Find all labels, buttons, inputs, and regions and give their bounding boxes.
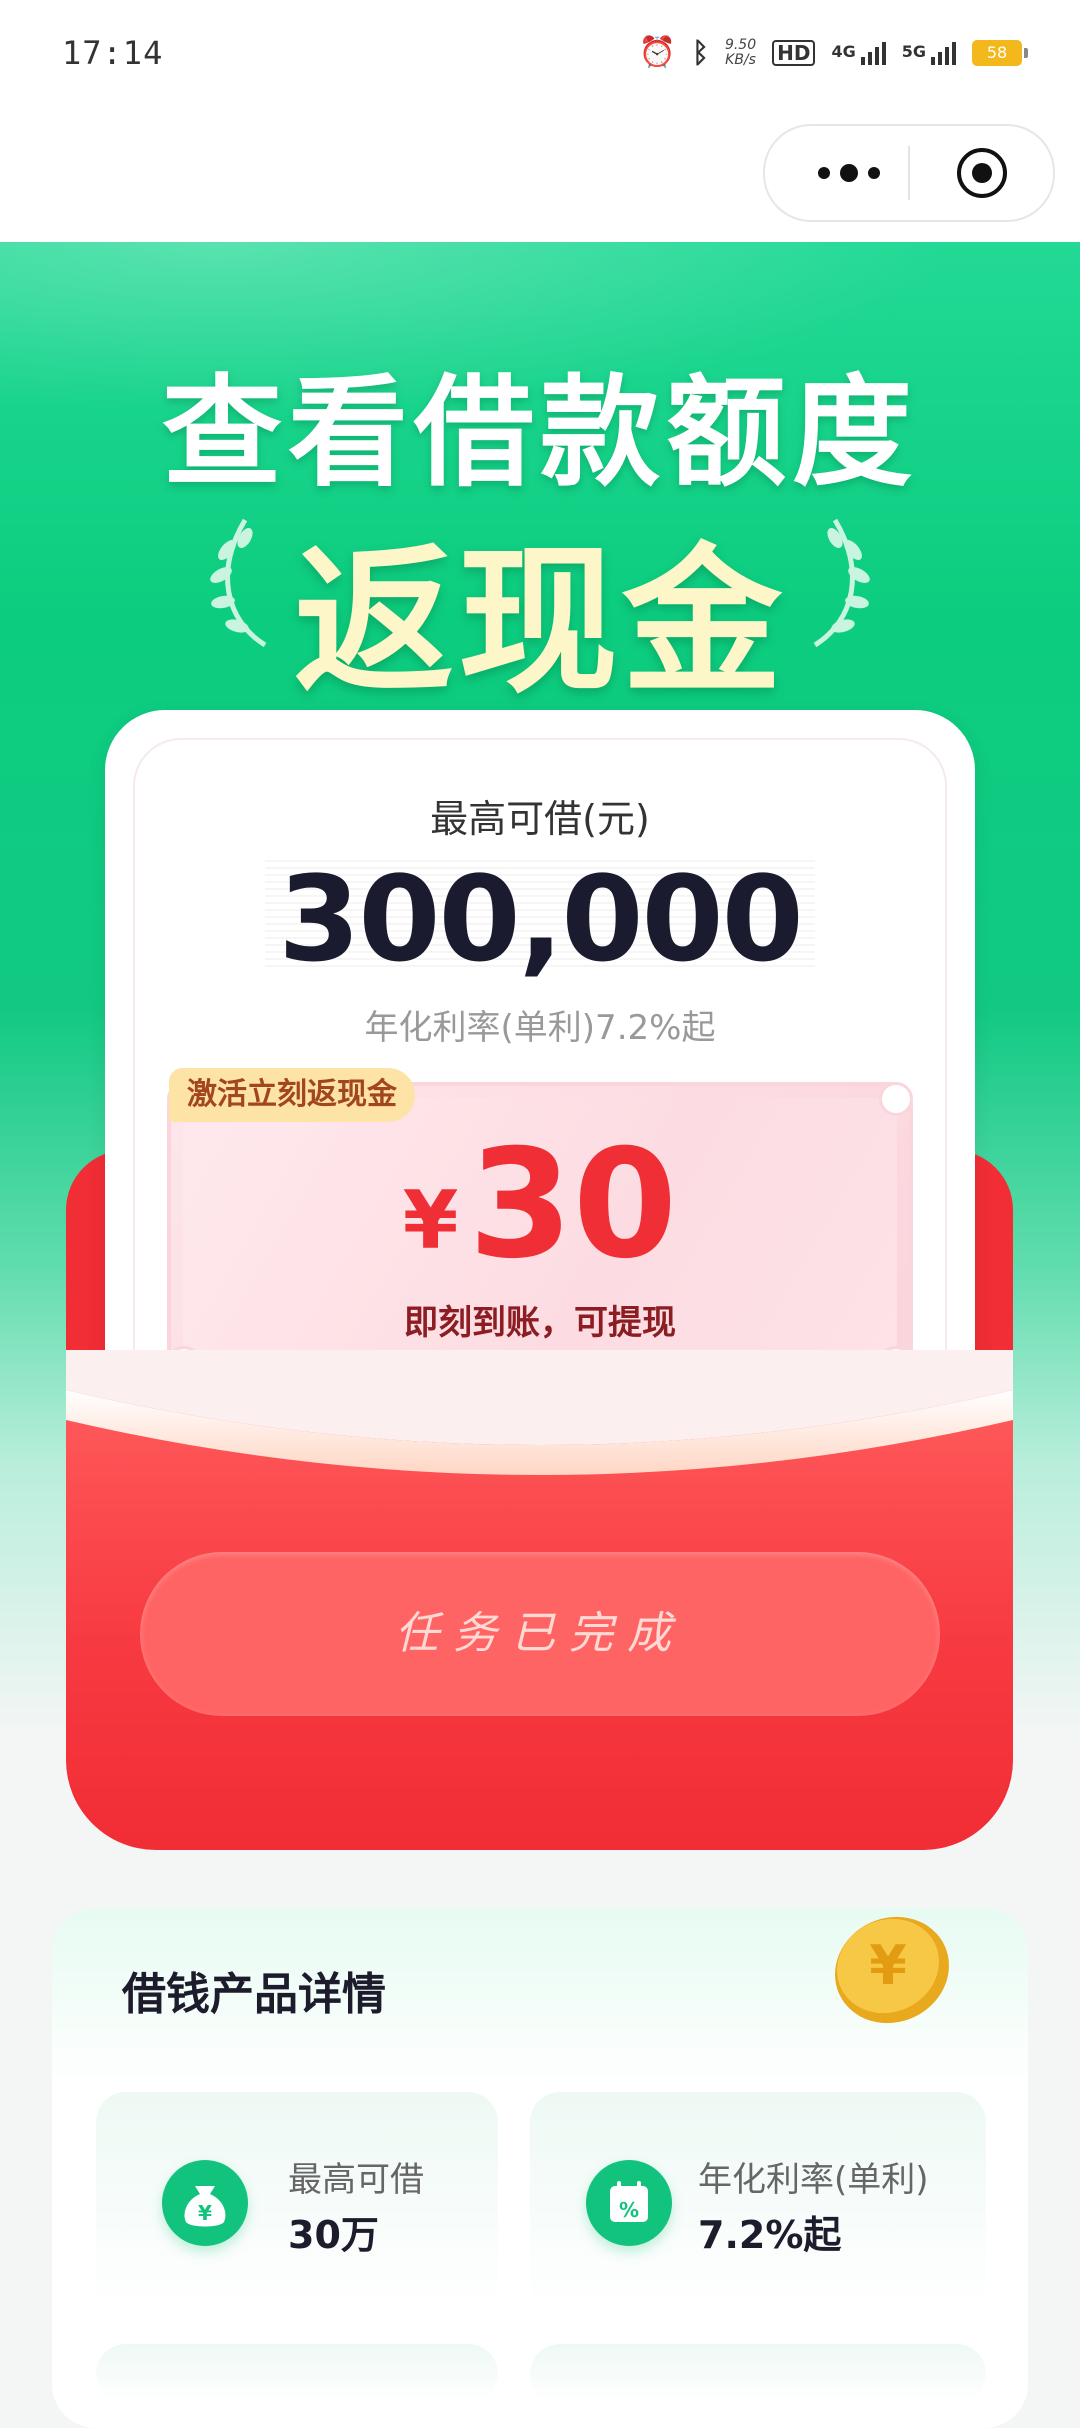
- hero-subtitle: 返现金: [293, 528, 786, 715]
- hero-title: 查看借款额度: [162, 364, 918, 503]
- info-value-max-loan: 30万: [288, 2213, 379, 2257]
- cashback-amount: ¥30: [105, 1130, 975, 1280]
- svg-text:¥: ¥: [869, 1934, 907, 1997]
- network-speed: 9.50 KB/s: [724, 37, 757, 68]
- mini-program-navbar: [0, 110, 1080, 242]
- cashback-note: 即刻到账，可提现: [404, 1303, 676, 1343]
- capsule-divider: [908, 146, 910, 200]
- envelope-flap-arc: [66, 1350, 1013, 1475]
- close-mini-program-icon[interactable]: [957, 148, 1007, 198]
- status-icons: ⏰ ᛒ 9.50 KB/s HD 4G 5G 58: [638, 35, 1028, 70]
- gold-coin-icon: ¥: [835, 1916, 949, 2024]
- cashback-tag: 激活立刻返现金: [169, 1068, 415, 1122]
- laurel-right-icon: [813, 518, 870, 648]
- status-time: 17:14: [62, 34, 164, 72]
- info-label-rate: 年化利率(单利): [698, 2160, 929, 2200]
- svg-text:%: %: [619, 2198, 639, 2222]
- signal-5g-icon: 5G: [902, 41, 956, 65]
- signal-4g-icon: 4G: [831, 41, 886, 65]
- credit-limit-amount: 300,000: [278, 850, 803, 988]
- currency-symbol: ¥: [402, 1174, 459, 1267]
- alarm-icon: ⏰: [638, 35, 677, 70]
- credit-limit-label: 最高可借(元): [430, 797, 650, 841]
- calendar-percent-icon: %: [586, 2160, 672, 2246]
- more-options-icon[interactable]: [809, 156, 889, 190]
- mini-program-capsule: [763, 124, 1055, 222]
- info-card-4: [530, 2344, 986, 2404]
- info-label-max-loan: 最高可借: [288, 2160, 424, 2200]
- info-card-3: [96, 2344, 498, 2404]
- hd-voice-badge: HD: [772, 40, 816, 66]
- task-completed-button[interactable]: 任务已完成: [140, 1552, 940, 1716]
- battery-icon: 58: [972, 40, 1028, 66]
- interest-rate-text: 年化利率(单利)7.2%起: [364, 1008, 716, 1048]
- product-details-title: 借钱产品详情: [122, 1969, 386, 2020]
- info-value-rate: 7.2%起: [698, 2213, 842, 2257]
- svg-text:¥: ¥: [198, 2201, 212, 2225]
- bluetooth-icon: ᛒ: [692, 36, 709, 69]
- status-bar: 17:14 ⏰ ᛒ 9.50 KB/s HD 4G 5G 58: [0, 0, 1080, 110]
- cashback-value: 30: [468, 1118, 678, 1292]
- info-card-max-loan: [96, 2092, 498, 2312]
- money-bag-icon: ¥: [162, 2160, 248, 2246]
